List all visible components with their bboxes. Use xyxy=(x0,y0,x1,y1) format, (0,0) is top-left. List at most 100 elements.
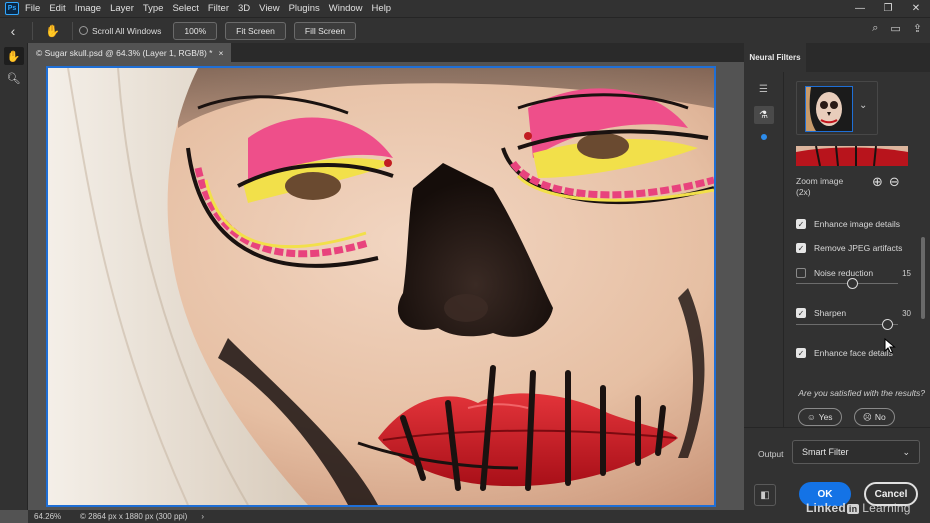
linkedin-learning-watermark: Linked in Learning xyxy=(806,501,911,515)
divider xyxy=(71,21,73,40)
slider-knob[interactable] xyxy=(846,278,858,289)
remove-jpeg-artifacts-label: Remove JPEG artifacts xyxy=(814,243,903,253)
fill-screen-button[interactable]: Fill Screen xyxy=(293,21,357,40)
tab-neural-filters[interactable]: Neural Filters xyxy=(744,43,806,72)
close-tab-icon[interactable]: × xyxy=(218,48,223,58)
sharpen-checkbox[interactable]: ✓ xyxy=(796,308,806,318)
menu-select[interactable]: Select xyxy=(172,3,198,14)
enhance-face-details-checkbox[interactable]: ✓ xyxy=(796,348,806,358)
panel-scrollbar[interactable] xyxy=(920,142,926,427)
output-value: Smart Filter xyxy=(802,447,849,457)
fit-screen-button[interactable]: Fit Screen xyxy=(225,21,286,40)
workspace-icon[interactable]: ▭ xyxy=(890,22,900,35)
canvas-area[interactable] xyxy=(28,62,744,510)
status-menu-chevron-icon[interactable]: › xyxy=(187,512,204,521)
menu-edit[interactable]: Edit xyxy=(49,3,65,14)
hand-tool-icon[interactable]: ✋ xyxy=(3,47,24,65)
menu-type[interactable]: Type xyxy=(143,3,164,14)
output-select[interactable]: Smart Filter ⌄ xyxy=(792,440,920,464)
enhance-face-details-label: Enhance face details xyxy=(814,348,893,358)
document-image[interactable] xyxy=(46,66,716,507)
document-tab[interactable]: © Sugar skull.psd @ 64.3% (Layer 1, RGB/… xyxy=(28,43,232,62)
share-icon[interactable]: ⇪ xyxy=(913,22,922,35)
mouse-cursor-icon xyxy=(884,338,896,354)
status-bar: 64.26% © 2864 px x 1880 px (300 ppi) › xyxy=(28,510,744,523)
thumbs-up-icon: ☺ xyxy=(807,412,816,422)
watermark-linked: Linked xyxy=(806,501,846,515)
menu-bar: Ps File Edit Image Layer Type Select Fil… xyxy=(0,0,930,17)
sharpen-label: Sharpen xyxy=(814,308,847,318)
menu-view[interactable]: View xyxy=(259,3,279,14)
status-doc-info: © 2864 px x 1880 px (300 ppi) xyxy=(80,512,188,521)
noise-reduction-value: 15 xyxy=(902,268,911,278)
menu-window[interactable]: Window xyxy=(329,3,363,14)
thumbnail-face-image xyxy=(806,87,852,131)
zoom-preview-crop xyxy=(796,146,908,166)
watermark-in: in xyxy=(846,504,860,514)
menu-image[interactable]: Image xyxy=(75,3,101,14)
yes-button[interactable]: ☺ Yes xyxy=(798,408,842,426)
photoshop-logo-icon[interactable]: Ps xyxy=(5,2,19,15)
enhance-image-details-checkbox[interactable]: ✓ xyxy=(796,219,806,229)
scroll-all-windows-checkbox[interactable] xyxy=(78,26,88,35)
sliders-icon[interactable]: ☰ xyxy=(754,80,774,98)
yes-label: Yes xyxy=(818,412,833,422)
remove-jpeg-artifacts-checkbox[interactable]: ✓ xyxy=(796,243,806,253)
no-label: No xyxy=(874,412,886,422)
zoom-image-label: Zoom image (2x) xyxy=(796,176,844,197)
beaker-icon[interactable]: ⚗ xyxy=(753,106,774,124)
restore-icon[interactable]: ❐ xyxy=(874,0,902,17)
close-window-icon[interactable]: ✕ xyxy=(902,0,930,17)
search-icon[interactable]: ⌕ xyxy=(872,22,878,35)
slider-knob[interactable] xyxy=(881,319,893,330)
zoom-100-button[interactable]: 100% xyxy=(173,21,218,40)
document-title: © Sugar skull.psd @ 64.3% (Layer 1, RGB/… xyxy=(36,47,213,58)
menu-file[interactable]: File xyxy=(25,3,40,14)
filter-options: Zoom image (2x) ⊕ ⊖ ✓ Enhance image deta… xyxy=(785,142,921,427)
window-controls: — ❐ ✕ xyxy=(846,0,930,17)
preview-thumbnail-box[interactable]: ⌄ xyxy=(796,81,878,135)
divider xyxy=(32,21,33,40)
zoom-image-row: Zoom image (2x) ⊕ ⊖ xyxy=(796,174,916,198)
lips-crop-image xyxy=(796,146,908,166)
compare-split-icon[interactable]: ◧ xyxy=(754,484,776,506)
zoom-out-icon[interactable]: ⊖ xyxy=(889,174,900,190)
neural-filters-panel: ☰ ⚗ ⌄ Zoom image (2x) ⊕ ⊖ ✓ Enhance imag… xyxy=(744,72,930,523)
watermark-learning: Learning xyxy=(862,501,911,515)
status-dot xyxy=(760,134,767,140)
menu-plugins[interactable]: Plugins xyxy=(289,3,320,14)
scroll-all-windows-label: Scroll All Windows xyxy=(91,25,162,36)
sharpen-slider[interactable] xyxy=(796,319,898,330)
sharpen-row[interactable]: ✓ Sharpen 30 xyxy=(796,306,911,320)
chevron-down-icon: ⌄ xyxy=(902,447,910,457)
enhance-image-details-row[interactable]: ✓ Enhance image details xyxy=(796,217,911,231)
noise-reduction-label: Noise reduction xyxy=(814,268,874,278)
chevron-down-icon[interactable]: ⌄ xyxy=(859,100,867,111)
menu-layer[interactable]: Layer xyxy=(110,3,134,14)
output-row: Output Smart Filter ⌄ xyxy=(744,427,930,477)
remove-jpeg-artifacts-row[interactable]: ✓ Remove JPEG artifacts xyxy=(796,241,911,255)
menu-filter[interactable]: Filter xyxy=(208,3,229,14)
output-label: Output xyxy=(758,449,784,459)
minimize-icon[interactable]: — xyxy=(846,0,874,17)
thumbs-down-icon: ☹ xyxy=(863,411,872,422)
hand-tool-preset-icon[interactable]: ✋ xyxy=(45,24,60,38)
menu-3d[interactable]: 3D xyxy=(238,3,250,14)
document-tab-bar: © Sugar skull.psd @ 64.3% (Layer 1, RGB/… xyxy=(28,43,744,62)
menu-help[interactable]: Help xyxy=(372,3,392,14)
status-zoom[interactable]: 64.26% xyxy=(28,512,66,521)
options-bar: ‹ ✋ Scroll All Windows 100% Fit Screen F… xyxy=(0,17,930,43)
back-arrow-icon[interactable]: ‹ xyxy=(0,23,26,39)
noise-reduction-checkbox[interactable] xyxy=(796,268,806,278)
zoom-tool-icon[interactable]: 🔍︎ xyxy=(4,69,24,87)
zoom-in-icon[interactable]: ⊕ xyxy=(872,174,883,190)
no-button[interactable]: ☹ No xyxy=(854,408,895,426)
tools-panel: ✋ 🔍︎ xyxy=(0,43,28,510)
scrollbar-thumb[interactable] xyxy=(921,237,925,319)
options-right-icons: ⌕ ▭ ⇪ xyxy=(872,22,922,35)
preview-thumbnail xyxy=(805,86,853,132)
sharpen-value: 30 xyxy=(902,308,911,318)
panel-actions: ◧ OK Cancel Linked in Learning xyxy=(744,477,930,523)
noise-reduction-slider[interactable] xyxy=(796,278,898,289)
zoom-controls: ⊕ ⊖ xyxy=(872,174,900,190)
